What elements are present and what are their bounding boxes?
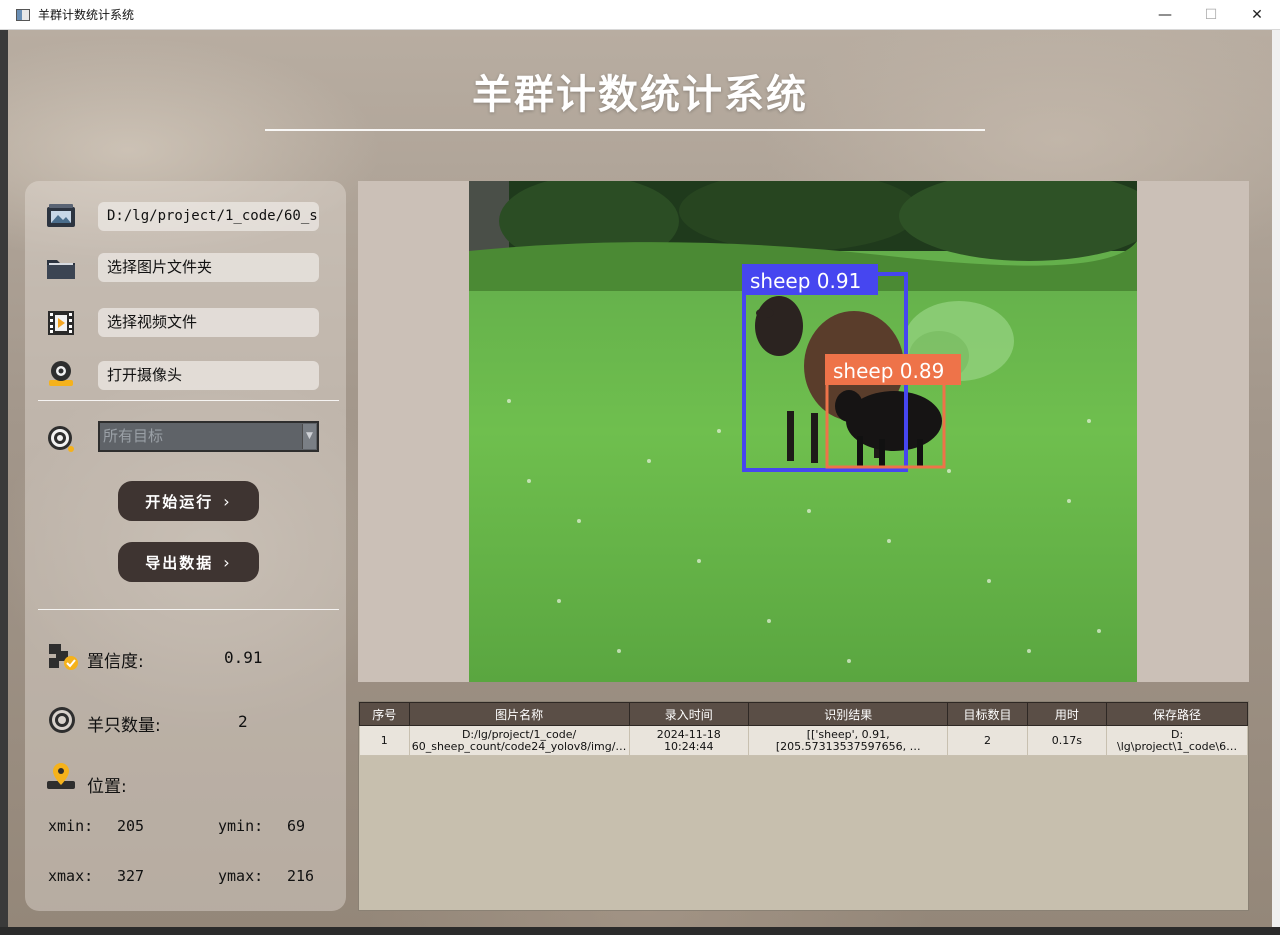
cell-index[interactable]: 1	[359, 725, 410, 756]
image-path-field[interactable]: D:/lg/project/1_code/60_she	[98, 202, 319, 231]
col-header-target-count[interactable]: 目标数目	[947, 702, 1028, 726]
cell-save-path-line2: \lg\project\1_code\6…	[1117, 739, 1238, 753]
sheep-count-value: 2	[238, 712, 248, 731]
count-icon	[49, 707, 75, 733]
window-controls: — ☐ ✕	[1142, 0, 1280, 30]
maximize-button[interactable]: ☐	[1188, 0, 1234, 30]
select-video-file-button[interactable]: 选择视频文件	[98, 308, 319, 337]
results-table: 序号 图片名称 录入时间 识别结果 目标数目 用时 保存路径 1 D:/lg/p…	[359, 702, 1248, 756]
camera-icon[interactable]	[45, 358, 77, 388]
detection-image: sheep 0.91 sheep 0.89	[469, 181, 1137, 682]
select-image-folder-button[interactable]: 选择图片文件夹	[98, 253, 319, 282]
col-header-save-path[interactable]: 保存路径	[1106, 702, 1248, 726]
window-bottom-edge	[0, 927, 1280, 935]
panel-divider-top	[38, 400, 339, 401]
target-class-selected: 所有目标	[103, 427, 164, 445]
start-run-button[interactable]: 开始运行 ›	[118, 481, 259, 521]
chevron-right-icon: ›	[223, 491, 232, 511]
close-button[interactable]: ✕	[1234, 0, 1280, 30]
minimize-button[interactable]: —	[1142, 0, 1188, 30]
window-right-edge	[1272, 30, 1280, 927]
image-icon[interactable]	[45, 201, 77, 231]
col-header-entry-time[interactable]: 录入时间	[628, 702, 749, 726]
ymin-value: 69	[287, 817, 306, 835]
table-row[interactable]: 1 D:/lg/project/1_code/ 60_sheep_count/c…	[359, 725, 1248, 756]
chevron-right-icon: ›	[223, 552, 232, 572]
confidence-label: 置信度:	[87, 652, 144, 672]
title-divider	[265, 129, 985, 131]
cell-entry-time[interactable]: 2024-11-18 10:24:44	[628, 725, 749, 756]
window-title: 羊群计数统计系统	[38, 8, 135, 22]
cell-save-path-line1: D:	[1170, 727, 1184, 741]
target-icon	[48, 426, 74, 452]
position-label: 位置:	[87, 777, 127, 797]
export-data-button[interactable]: 导出数据 ›	[118, 542, 259, 582]
cell-target-count[interactable]: 2	[947, 725, 1028, 756]
detection-label-1: sheep 0.91	[750, 269, 861, 293]
target-class-select[interactable]: 所有目标 ▼	[98, 421, 319, 452]
folder-icon[interactable]	[45, 253, 77, 283]
detection-label-2: sheep 0.89	[833, 359, 944, 383]
col-header-index[interactable]: 序号	[359, 702, 410, 726]
control-panel: D:/lg/project/1_code/60_she 选择图片文件夹 选择视频…	[25, 181, 346, 911]
image-viewer: sheep 0.91 sheep 0.89	[358, 181, 1249, 682]
ymax-value: 216	[287, 867, 315, 885]
col-header-image-name[interactable]: 图片名称	[408, 702, 630, 726]
ymin-label: ymin:	[218, 817, 264, 835]
cell-duration[interactable]: 0.17s	[1026, 725, 1108, 756]
cell-save-path[interactable]: D: \lg\project\1_code\6…	[1106, 725, 1248, 756]
video-file-icon[interactable]	[45, 308, 77, 338]
xmin-label: xmin:	[48, 817, 94, 835]
cell-image-name-line2: 60_sheep_count/code24_yolov8/img/…	[411, 739, 627, 753]
cell-result-line1: [['sheep', 0.91,	[806, 727, 890, 741]
cell-result-line2: [205.57313537597656, …	[775, 739, 921, 753]
cell-entry-time-date: 2024-11-18	[656, 727, 721, 741]
xmin-value: 205	[117, 817, 145, 835]
col-header-duration[interactable]: 用时	[1026, 702, 1108, 726]
col-header-result[interactable]: 识别结果	[747, 702, 949, 726]
cell-image-name-line1: D:/lg/project/1_code/	[461, 727, 577, 741]
export-data-label: 导出数据	[145, 553, 214, 572]
xmax-value: 327	[117, 867, 145, 885]
sheep-count-label: 羊只数量:	[87, 716, 161, 736]
ymax-label: ymax:	[218, 867, 264, 885]
cell-image-name[interactable]: D:/lg/project/1_code/ 60_sheep_count/cod…	[408, 725, 630, 756]
results-table-container[interactable]: 序号 图片名称 录入时间 识别结果 目标数目 用时 保存路径 1 D:/lg/p…	[358, 701, 1249, 911]
cell-result[interactable]: [['sheep', 0.91, [205.57313537597656, …	[747, 725, 949, 756]
window-titlebar: 羊群计数统计系统 — ☐ ✕	[0, 0, 1280, 30]
app-main: 羊群计数统计系统 D:/lg/project/1_code/60_she 选择图…	[8, 30, 1272, 927]
window-left-edge	[0, 30, 8, 927]
start-run-label: 开始运行	[145, 492, 214, 511]
confidence-value: 0.91	[224, 648, 263, 667]
panel-divider-bottom	[38, 609, 339, 610]
location-pin-icon	[47, 763, 75, 789]
open-camera-button[interactable]: 打开摄像头	[98, 361, 319, 390]
chevron-down-icon[interactable]: ▼	[302, 424, 316, 449]
page-title: 羊群计数统计系统	[472, 72, 808, 118]
app-icon	[16, 8, 30, 21]
cell-entry-time-clock: 10:24:44	[664, 739, 714, 753]
xmax-label: xmax:	[48, 867, 94, 885]
table-header-row: 序号 图片名称 录入时间 识别结果 目标数目 用时 保存路径	[359, 702, 1248, 726]
confidence-icon	[49, 644, 78, 670]
